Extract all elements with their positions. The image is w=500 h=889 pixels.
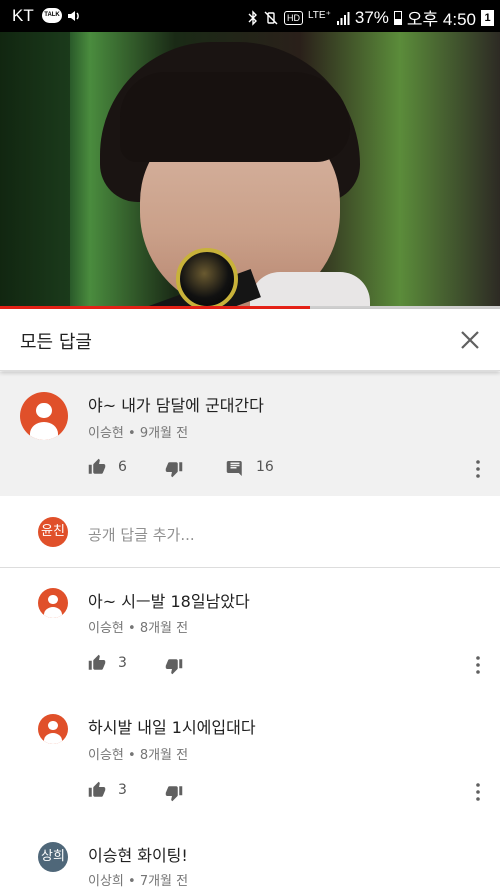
reply-meta: 이승현 • 8개월 전 — [88, 621, 189, 636]
more-options-icon[interactable] — [476, 656, 480, 674]
battery-icon — [393, 10, 402, 25]
talk-app-icon: TALK — [42, 8, 62, 23]
notification-count-icon: 1 — [481, 9, 494, 26]
thumb-up-icon — [88, 654, 106, 670]
comment-icon — [226, 461, 242, 476]
like-count: 3 — [118, 782, 127, 798]
carrier-label: KT — [12, 6, 34, 25]
more-options-icon[interactable] — [476, 783, 480, 801]
reply-meta: 이상희 • 7개월 전 — [88, 874, 189, 889]
avatar[interactable] — [38, 588, 68, 618]
reply-input[interactable]: 공개 답글 추가... — [88, 524, 195, 545]
comment-text: 야~ 내가 담달에 군대간다 — [88, 396, 264, 415]
reply-count-button[interactable]: 16 — [226, 458, 274, 476]
comment-meta: 이승현 • 9개월 전 — [88, 426, 189, 441]
thumb-down-icon[interactable] — [165, 657, 183, 675]
thumb-up-icon — [88, 458, 106, 474]
add-reply-row[interactable]: 윤친 공개 답글 추가... — [0, 496, 500, 568]
more-options-icon[interactable] — [476, 460, 480, 478]
clock: 오후 4:50 — [406, 10, 476, 29]
like-button[interactable]: 3 — [88, 654, 127, 672]
avatar[interactable]: 상희 — [38, 842, 68, 872]
top-comment: 야~ 내가 담달에 군대간다 이승현 • 9개월 전 6 16 — [0, 372, 500, 496]
microphone — [176, 248, 238, 308]
reply-text: 하시발 내일 1시에입대다 — [88, 718, 256, 737]
hd-voice-icon: HD — [283, 10, 303, 25]
close-icon[interactable] — [455, 325, 485, 355]
page-title: 모든 답글 — [20, 332, 92, 353]
reply-text: 아~ 시ㅡ발 18일남았다 — [88, 592, 250, 611]
volume-icon — [68, 11, 79, 21]
reply-count: 16 — [256, 459, 274, 475]
lte-label: LTE⁺ — [307, 9, 331, 21]
signal-icon — [336, 11, 350, 25]
like-count: 3 — [118, 655, 127, 671]
bluetooth-icon — [248, 9, 257, 26]
battery-percent: 37% — [354, 7, 389, 27]
like-count: 6 — [118, 459, 127, 475]
video-player[interactable] — [0, 32, 500, 308]
thumb-down-icon[interactable] — [165, 784, 183, 802]
avatar[interactable] — [38, 714, 68, 744]
status-bar: KT TALK HD LTE⁺ 37% 오후 4:50 1 — [0, 0, 500, 32]
like-button[interactable]: 6 — [88, 458, 127, 476]
avatar[interactable] — [20, 392, 68, 440]
vibrate-mute-icon — [264, 11, 278, 24]
replies-header: 모든 답글 — [0, 309, 500, 371]
thumb-up-icon — [88, 781, 106, 797]
reply-meta: 이승현 • 8개월 전 — [88, 748, 189, 763]
reply-text: 이승현 화이팅! — [88, 846, 188, 865]
avatar: 윤친 — [38, 517, 68, 547]
like-button[interactable]: 3 — [88, 781, 127, 799]
thumb-down-icon[interactable] — [165, 460, 183, 478]
